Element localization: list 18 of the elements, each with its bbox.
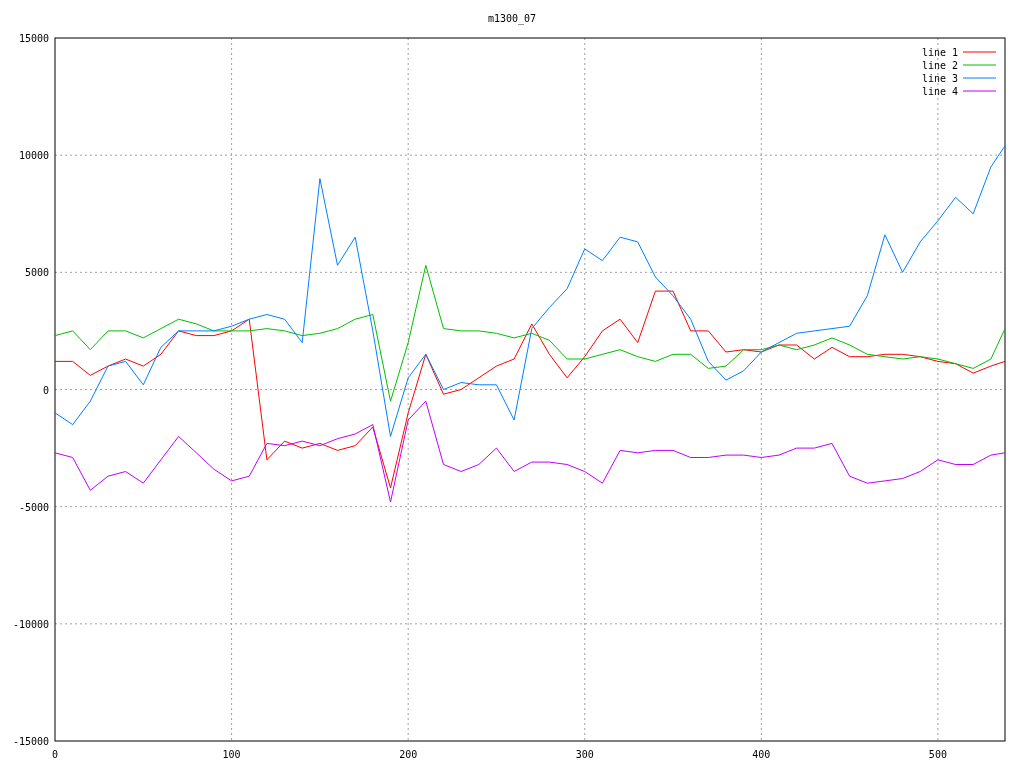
- legend-label: line 4: [921, 86, 958, 97]
- x-tick-label: 100: [222, 749, 241, 760]
- y-tick-label: -15000: [12, 736, 49, 747]
- x-tick-label: 200: [399, 749, 418, 760]
- y-tick-label: -5000: [18, 501, 49, 513]
- y-tick-label: 0: [42, 384, 49, 396]
- legend-label: line 1: [921, 47, 958, 58]
- y-tick-label: -10000: [12, 618, 49, 630]
- y-tick-label: 10000: [18, 150, 49, 162]
- y-tick-label: 15000: [18, 33, 49, 44]
- x-tick-label: 0: [52, 749, 58, 760]
- legend-label: line 3: [921, 73, 958, 84]
- x-tick-label: 300: [575, 749, 594, 760]
- legend-label: line 2: [921, 60, 958, 71]
- chart-title: m1300_07: [487, 13, 537, 24]
- x-tick-label: 500: [928, 749, 947, 760]
- x-tick-label: 400: [752, 749, 771, 760]
- y-tick-label: 5000: [24, 267, 49, 279]
